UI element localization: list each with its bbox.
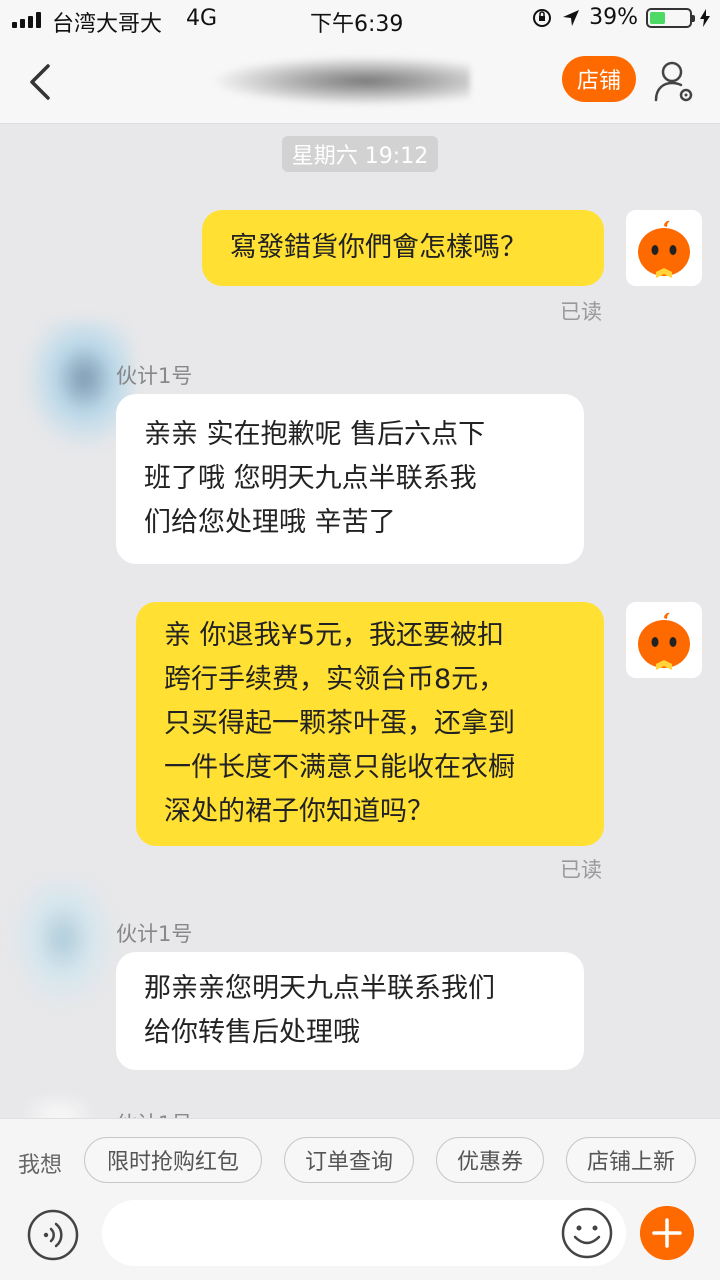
- incoming-message[interactable]: 那亲亲您明天九点半联系我们 给你转售后处理哦: [116, 952, 584, 1070]
- charging-icon: [700, 8, 710, 27]
- my-avatar-icon[interactable]: [626, 602, 702, 678]
- message-line: 班了哦 您明天九点半联系我: [144, 463, 477, 494]
- status-time: 下午6:39: [310, 12, 404, 37]
- sender-name: 伙计1号: [116, 1108, 192, 1118]
- outgoing-message[interactable]: 寫發錯貨你們會怎樣嗎？: [202, 210, 604, 286]
- message-line: 寫發錯貨你們會怎樣嗎？: [230, 232, 527, 263]
- sender-name: 伙计1号: [116, 364, 193, 388]
- message-line: 跨行手续费，实领台币8元，: [164, 664, 506, 695]
- input-bar: [0, 1200, 720, 1280]
- battery-percent: 39%: [589, 5, 638, 30]
- message-list[interactable]: 星期六 19:12 寫發錯貨你們會怎樣嗎？ 已读 伙计1号 亲亲 实在抱歉呢 售…: [0, 124, 720, 1118]
- orientation-lock-icon: [533, 8, 552, 27]
- my-avatar-icon[interactable]: [626, 210, 702, 286]
- user-settings-icon[interactable]: [652, 58, 698, 104]
- quick-chip-order-query[interactable]: 订单查询: [284, 1137, 414, 1183]
- message-line: 只买得起一颗茶叶蛋，还拿到: [164, 708, 515, 739]
- outgoing-message[interactable]: 亲 你退我¥5元，我还要被扣 跨行手续费，实领台币8元， 只买得起一颗茶叶蛋，还…: [136, 602, 604, 846]
- read-status: 已读: [560, 300, 602, 324]
- quick-chip-flash-sale[interactable]: 限时抢购红包: [84, 1137, 262, 1183]
- quick-reply-bar: 我想 限时抢购红包 订单查询 优惠券 店铺上新: [0, 1118, 720, 1200]
- agent-avatar-redacted[interactable]: [8, 880, 118, 1010]
- signal-icon: [12, 12, 41, 28]
- emoji-icon[interactable]: [560, 1206, 614, 1260]
- message-line: 亲 你退我¥5元，我还要被扣: [164, 620, 504, 651]
- message-input[interactable]: [102, 1200, 626, 1266]
- read-status: 已读: [560, 858, 602, 882]
- message-line: 那亲亲您明天九点半联系我们: [144, 973, 495, 1004]
- battery-icon: [646, 7, 695, 28]
- message-line: 们给您处理哦 辛苦了: [144, 507, 396, 538]
- sender-name: 伙计1号: [116, 922, 193, 946]
- plus-icon[interactable]: [640, 1206, 694, 1260]
- message-line: 亲亲 实在抱歉呢 售后六点下: [144, 419, 486, 450]
- back-icon[interactable]: [22, 60, 62, 104]
- incoming-message[interactable]: 亲亲 实在抱歉呢 售后六点下 班了哦 您明天九点半联系我 们给您处理哦 辛苦了: [116, 394, 584, 564]
- agent-avatar-redacted[interactable]: [14, 1100, 104, 1118]
- quick-chip-new-arrivals[interactable]: 店铺上新: [566, 1137, 696, 1183]
- network-type: 4G: [186, 6, 218, 31]
- carrier-name: 台湾大哥大: [52, 12, 163, 37]
- quick-chip-coupon[interactable]: 优惠券: [436, 1137, 544, 1183]
- voice-icon[interactable]: [26, 1208, 80, 1262]
- quick-reply-label: 我想: [18, 1153, 63, 1178]
- chat-header: 店铺: [0, 40, 720, 124]
- message-line: 一件长度不满意只能收在衣橱: [164, 752, 515, 783]
- message-line: 深处的裙子你知道吗？: [164, 796, 434, 827]
- location-icon: [563, 9, 580, 26]
- message-line: 给你转售后处理哦: [144, 1017, 360, 1048]
- contact-name-redacted: [210, 56, 470, 106]
- message-timestamp: 星期六 19:12: [282, 136, 438, 172]
- status-bar: 台湾大哥大 4G 下午6:39 39%: [0, 0, 720, 40]
- store-button[interactable]: 店铺: [562, 56, 636, 102]
